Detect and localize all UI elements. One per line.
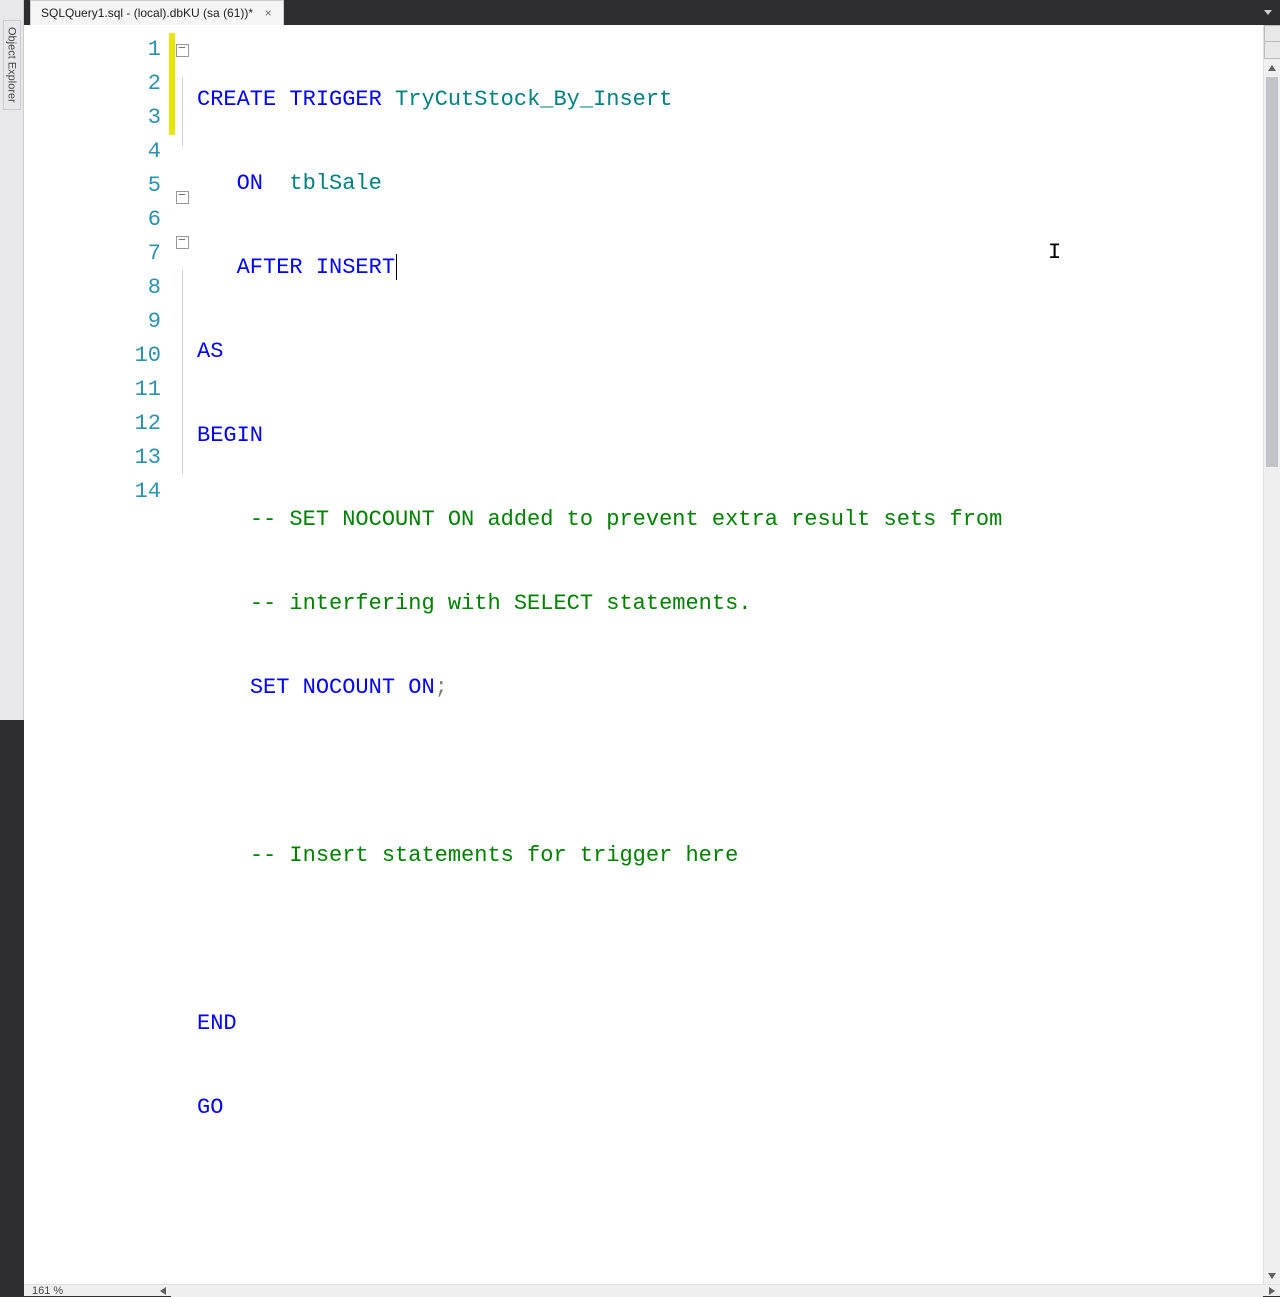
line-number: 11 bbox=[24, 373, 169, 407]
document-tab[interactable]: SQLQuery1.sql - (local).dbKU (sa (61))* … bbox=[30, 0, 284, 25]
code-line[interactable] bbox=[193, 1175, 1263, 1209]
line-number: 5 bbox=[24, 169, 169, 203]
scroll-track[interactable] bbox=[171, 1285, 1263, 1297]
horizontal-scrollbar[interactable]: 161 % bbox=[24, 1284, 1280, 1296]
split-handle[interactable] bbox=[1264, 42, 1280, 59]
scroll-thumb[interactable] bbox=[1266, 77, 1278, 467]
fold-toggle[interactable] bbox=[176, 236, 189, 249]
line-number: 14 bbox=[24, 475, 169, 509]
chevron-right-icon bbox=[1269, 1287, 1275, 1295]
vertical-scrollbar[interactable] bbox=[1263, 25, 1280, 1284]
code-line[interactable]: AFTER INSERT bbox=[193, 251, 1263, 285]
tab-overflow[interactable] bbox=[1264, 0, 1280, 25]
line-number: 1 bbox=[24, 33, 169, 67]
tab-bar: SQLQuery1.sql - (local).dbKU (sa (61))* … bbox=[24, 0, 1280, 25]
object-explorer-tab[interactable]: Object Explorer bbox=[3, 20, 21, 110]
line-number: 9 bbox=[24, 305, 169, 339]
zoom-level-display[interactable]: 161 % bbox=[24, 1285, 154, 1297]
code-line[interactable]: SET NOCOUNT ON; bbox=[193, 671, 1263, 705]
line-number: 12 bbox=[24, 407, 169, 441]
fold-toggle[interactable] bbox=[176, 191, 189, 204]
close-icon[interactable]: × bbox=[261, 6, 275, 20]
line-number: 7 bbox=[24, 237, 169, 271]
line-number-gutter: 1 2 3 4 5 6 7 8 9 10 11 12 13 14 bbox=[24, 25, 169, 1284]
code-text-area[interactable]: CREATE TRIGGER TryCutStock_By_Insert ON … bbox=[193, 25, 1263, 1284]
fold-toggle[interactable] bbox=[176, 44, 189, 57]
code-line[interactable] bbox=[193, 755, 1263, 789]
main-area: SQLQuery1.sql - (local).dbKU (sa (61))* … bbox=[24, 0, 1280, 720]
line-number: 6 bbox=[24, 203, 169, 237]
ibeam-cursor-icon: I bbox=[1048, 240, 1061, 265]
line-number: 2 bbox=[24, 67, 169, 101]
text-caret bbox=[396, 254, 397, 280]
code-line[interactable]: CREATE TRIGGER TryCutStock_By_Insert bbox=[193, 83, 1263, 117]
code-line[interactable]: END bbox=[193, 1007, 1263, 1041]
document-tab-title: SQLQuery1.sql - (local).dbKU (sa (61))* bbox=[41, 6, 253, 20]
scroll-down-button[interactable] bbox=[1264, 1267, 1280, 1284]
scroll-left-button[interactable] bbox=[154, 1285, 171, 1297]
line-number: 10 bbox=[24, 339, 169, 373]
code-line[interactable]: AS bbox=[193, 335, 1263, 369]
chevron-down-icon bbox=[1268, 1273, 1276, 1279]
code-line[interactable]: GO bbox=[193, 1091, 1263, 1125]
scroll-right-button[interactable] bbox=[1263, 1285, 1280, 1297]
object-explorer-panel: Object Explorer bbox=[0, 0, 24, 720]
code-line[interactable]: ON tblSale bbox=[193, 167, 1263, 201]
code-line[interactable]: -- Insert statements for trigger here bbox=[193, 839, 1263, 873]
split-handle[interactable] bbox=[1264, 25, 1280, 42]
code-line[interactable]: -- interfering with SELECT statements. bbox=[193, 587, 1263, 621]
code-line[interactable]: BEGIN bbox=[193, 419, 1263, 453]
line-number: 8 bbox=[24, 271, 169, 305]
scroll-up-button[interactable] bbox=[1264, 59, 1280, 76]
line-number: 4 bbox=[24, 135, 169, 169]
line-number: 13 bbox=[24, 441, 169, 475]
code-line[interactable] bbox=[193, 923, 1263, 957]
code-line[interactable]: -- SET NOCOUNT ON added to prevent extra… bbox=[193, 503, 1263, 537]
chevron-down-icon[interactable] bbox=[1264, 10, 1272, 15]
chevron-left-icon bbox=[160, 1287, 166, 1295]
line-number: 3 bbox=[24, 101, 169, 135]
chevron-up-icon bbox=[1268, 65, 1276, 71]
code-editor: 1 2 3 4 5 6 7 8 9 10 11 12 13 14 CREATE … bbox=[24, 25, 1280, 1284]
fold-strip bbox=[175, 25, 193, 1284]
